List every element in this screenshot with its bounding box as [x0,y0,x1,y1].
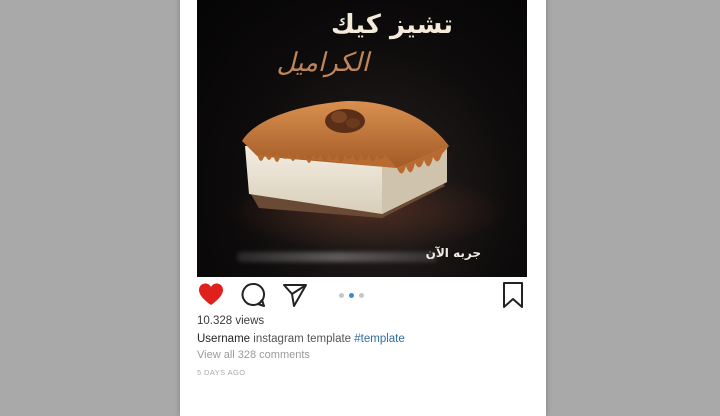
image-title: تشيز كيك [330,10,453,40]
action-bar [197,281,527,311]
carousel-dot[interactable] [359,293,364,298]
comment-icon[interactable] [239,281,267,309]
blurred-text [237,252,437,262]
image-caption: جربه الآن [425,246,481,260]
post-image[interactable]: تشيز كيك الكراميل جربه الآن [197,0,527,277]
post-card: تشيز كيك الكراميل جربه الآن 10.328 views… [180,0,546,416]
heart-icon[interactable] [197,281,225,309]
caption-text: instagram template [253,333,352,345]
caption-username[interactable]: Username [197,333,250,345]
carousel-indicator [339,293,364,299]
caption-hashtag[interactable]: #template [354,333,405,345]
post-timestamp: 5 DAYS AGO [197,368,246,377]
bookmark-icon[interactable] [499,281,527,309]
views-count: 10.328 views [197,315,265,327]
carousel-dot[interactable] [339,293,344,298]
view-comments-link[interactable]: View all 328 comments [197,349,310,361]
carousel-dot-active[interactable] [349,293,354,298]
cheesecake-illustration [227,100,507,251]
image-subtitle: الكراميل [276,48,369,78]
send-icon[interactable] [281,281,309,309]
post-caption: Username instagram template #template [197,333,405,345]
